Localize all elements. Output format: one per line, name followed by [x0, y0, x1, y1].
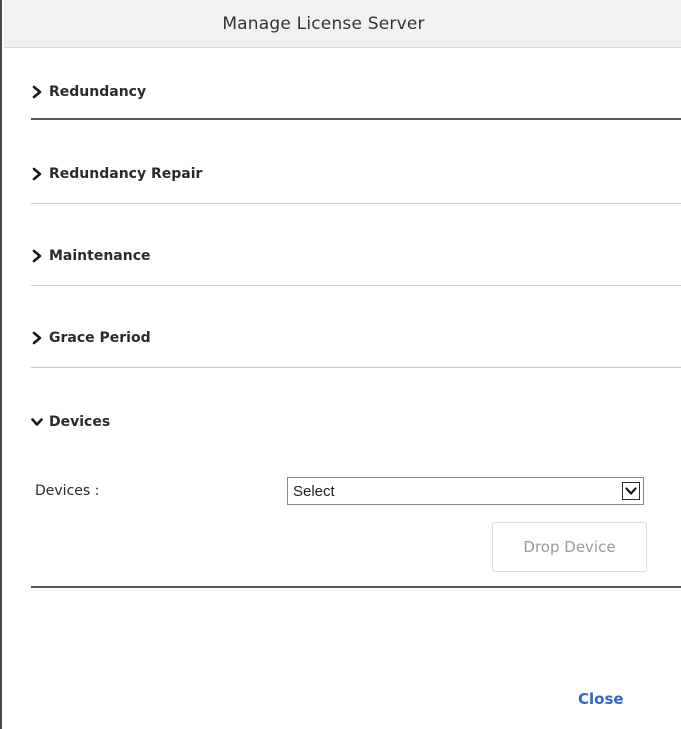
chevron-right-icon	[31, 331, 43, 345]
section-divider	[31, 118, 681, 120]
devices-field-label: Devices :	[35, 483, 100, 499]
drop-device-button[interactable]: Drop Device	[492, 522, 647, 572]
chevron-down-icon[interactable]	[622, 482, 640, 500]
section-redundancy-repair[interactable]: Redundancy Repair	[31, 166, 202, 182]
section-redundancy[interactable]: Redundancy	[31, 84, 146, 100]
section-label: Grace Period	[49, 330, 151, 346]
close-button[interactable]: Close	[578, 690, 624, 708]
chevron-right-icon	[31, 85, 43, 99]
section-label: Redundancy Repair	[49, 166, 203, 182]
section-label: Redundancy	[49, 84, 147, 100]
section-label: Devices	[49, 414, 111, 430]
manage-license-server-dialog: Manage License Server Redundancy Redunda…	[0, 0, 681, 729]
section-divider	[31, 586, 681, 588]
dialog-titlebar: Manage License Server	[4, 0, 681, 48]
devices-select[interactable]: Select	[287, 477, 644, 505]
chevron-right-icon	[31, 167, 43, 181]
chevron-right-icon	[31, 249, 43, 263]
dialog-title: Manage License Server	[222, 13, 425, 34]
section-devices[interactable]: Devices	[31, 414, 110, 430]
section-maintenance[interactable]: Maintenance	[31, 248, 151, 264]
section-divider	[31, 367, 681, 368]
devices-select-value: Select	[293, 482, 335, 500]
chevron-down-icon	[31, 415, 43, 429]
section-grace-period[interactable]: Grace Period	[31, 330, 151, 346]
section-label: Maintenance	[49, 248, 151, 264]
section-divider	[31, 203, 681, 204]
section-divider	[31, 285, 681, 286]
